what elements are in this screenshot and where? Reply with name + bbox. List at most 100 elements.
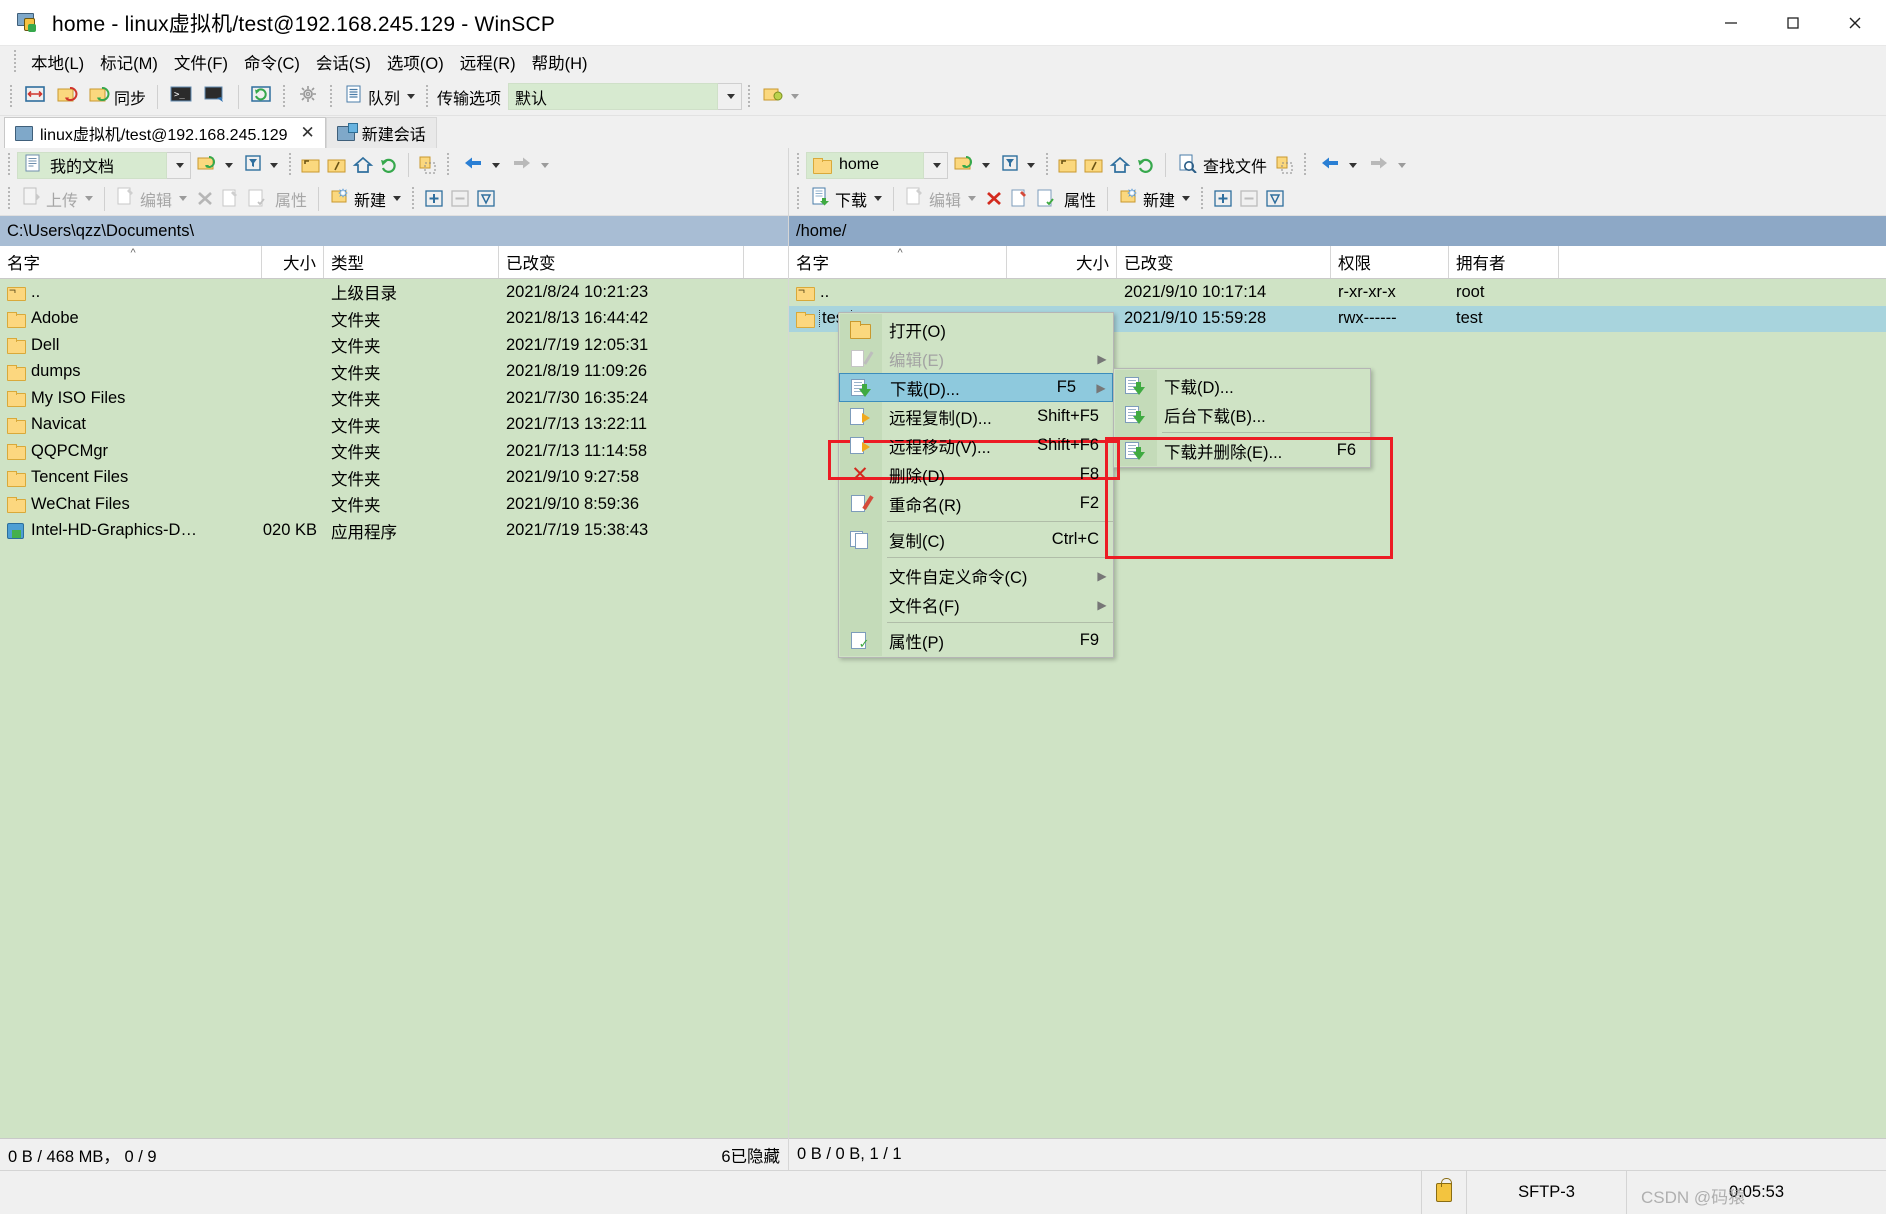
remote-path-bar[interactable]: /home/ (789, 216, 1886, 246)
table-row[interactable]: Adobe 文件夹 2021/8/13 16:44:42 (0, 306, 788, 333)
remote-toolbar-grip[interactable] (795, 152, 802, 178)
file-context-menu[interactable]: 打开(O) 编辑(E) ▶ 下载(D)... F5 ▶ 远程复制(D)... S… (838, 312, 1114, 658)
remote-select-all-button[interactable] (1262, 186, 1288, 212)
local-col-name[interactable]: 名字 ^ (0, 246, 262, 278)
local-root-directory-button[interactable] (324, 152, 350, 178)
remote-col-name[interactable]: 名字 ^ (789, 246, 1007, 278)
local-file-list[interactable]: .. 上级目录 2021/8/24 10:21:23 Adobe 文件夹 202… (0, 279, 788, 1138)
protocol-status-cell[interactable]: SFTP-3 (1466, 1171, 1626, 1214)
local-file-toolbar-grip[interactable] (6, 186, 13, 212)
remote-open-dir-caret[interactable] (982, 162, 990, 168)
elapsed-time-cell[interactable]: 0:05:53 CSDN @码猿 (1626, 1171, 1886, 1214)
open-session-in-putty-button[interactable] (198, 82, 232, 112)
menu-options[interactable]: 选项(O) (379, 47, 452, 77)
toolbar-grip-4[interactable] (424, 84, 431, 110)
local-back-button[interactable] (456, 150, 505, 180)
local-file-toolbar-grip-2[interactable] (410, 186, 417, 212)
remote-new-caret[interactable] (1182, 196, 1191, 201)
new-session-tab[interactable]: 新建会话 (325, 117, 437, 148)
table-row[interactable]: Tencent Files 文件夹 2021/9/10 9:27:58 (0, 465, 788, 492)
menu-remote[interactable]: 远程(R) (452, 47, 524, 77)
remote-col-rights[interactable]: 权限 (1331, 246, 1449, 278)
maximize-button[interactable] (1762, 0, 1824, 46)
close-button[interactable] (1824, 0, 1886, 46)
download-button[interactable]: 下载 (806, 184, 887, 214)
remote-location-dropdown[interactable] (924, 151, 948, 179)
menu-help[interactable]: 帮助(H) (524, 47, 596, 77)
toolbar-grip[interactable] (8, 84, 15, 110)
local-path-bar[interactable]: C:\Users\qzz\Documents\ (0, 216, 788, 246)
remote-toolbar-grip-2[interactable] (1044, 152, 1051, 178)
local-col-size[interactable]: 大小 (262, 246, 324, 278)
local-parent-directory-button[interactable] (298, 152, 324, 178)
remote-location-combo[interactable]: home (806, 151, 924, 179)
local-new-button[interactable]: 新建 (325, 184, 406, 214)
download-submenu[interactable]: 下载(D)... 后台下载(B)... 下载并删除(E)... F6 (1113, 368, 1371, 468)
table-row[interactable]: QQPCMgr 文件夹 2021/7/13 11:14:58 (0, 438, 788, 465)
remote-parent-directory-button[interactable] (1055, 152, 1081, 178)
local-home-directory-button[interactable] (350, 152, 376, 178)
menu-local[interactable]: 本地(L) (23, 47, 92, 77)
remote-open-directory-button[interactable] (948, 150, 995, 180)
context-menu-item-remote-copy[interactable]: 远程复制(D)... Shift+F5 (839, 402, 1113, 431)
remote-properties-icon-button[interactable] (1033, 186, 1059, 212)
local-toolbar-grip-3[interactable] (445, 152, 452, 178)
find-files-button[interactable]: 查找文件 (1172, 150, 1272, 180)
context-menu-item-open[interactable]: 打开(O) (839, 315, 1113, 344)
remote-home-directory-button[interactable] (1107, 152, 1133, 178)
remote-properties-button[interactable]: 属性 (1059, 184, 1101, 214)
menu-session[interactable]: 会话(S) (308, 47, 379, 77)
context-menu-item-copy[interactable]: 复制(C) Ctrl+C (839, 525, 1113, 554)
remote-file-toolbar-grip-2[interactable] (1199, 186, 1206, 212)
menu-files[interactable]: 文件(F) (166, 47, 236, 77)
remote-col-owner[interactable]: 拥有者 (1449, 246, 1559, 278)
remote-col-changed[interactable]: 已改变 (1117, 246, 1331, 278)
submenu-item-download-and-delete[interactable]: 下载并删除(E)... F6 (1114, 436, 1370, 465)
refresh-session-button[interactable] (245, 82, 277, 112)
menu-mark[interactable]: 标记(M) (92, 47, 166, 77)
local-select-more-button[interactable] (421, 186, 447, 212)
table-row[interactable]: .. 上级目录 2021/8/24 10:21:23 (0, 279, 788, 306)
toolbar-grip-5[interactable] (746, 84, 753, 110)
context-menu-item-download[interactable]: 下载(D)... F5 ▶ (839, 373, 1113, 402)
context-menu-item-file-custom-commands[interactable]: 文件自定义命令(C) ▶ (839, 561, 1113, 590)
local-new-caret[interactable] (393, 196, 402, 201)
synchronize-button[interactable]: 同步 (83, 82, 151, 112)
remote-add-bookmark-button[interactable] (1272, 152, 1298, 178)
remote-back-caret[interactable] (1349, 162, 1358, 168)
table-row[interactable]: Navicat 文件夹 2021/7/13 13:22:11 (0, 412, 788, 439)
session-tab-close-icon[interactable]: ✕ (301, 123, 315, 143)
table-row[interactable]: WeChat Files 文件夹 2021/9/10 8:59:36 (0, 491, 788, 518)
download-caret[interactable] (874, 196, 883, 201)
local-toolbar-grip-2[interactable] (287, 152, 294, 178)
transfer-settings-button[interactable] (757, 82, 804, 112)
context-menu-item-rename[interactable]: 重命名(R) F2 (839, 489, 1113, 518)
queue-dropdown-caret[interactable] (407, 94, 416, 99)
remote-root-directory-button[interactable] (1081, 152, 1107, 178)
minimize-button[interactable] (1700, 0, 1762, 46)
encryption-status-cell[interactable] (1421, 1171, 1466, 1214)
local-toolbar-grip[interactable] (6, 152, 13, 178)
remote-new-button[interactable]: 新建 (1114, 184, 1195, 214)
table-row[interactable]: dumps 文件夹 2021/8/19 11:09:26 (0, 359, 788, 386)
queue-button[interactable]: 队列 (339, 82, 420, 112)
local-filter-button[interactable] (238, 150, 283, 180)
local-col-changed[interactable]: 已改变 (499, 246, 744, 278)
local-open-directory-button[interactable] (191, 150, 238, 180)
transfer-options-dropdown[interactable] (718, 83, 743, 110)
menu-grip[interactable] (12, 49, 19, 75)
open-terminal-button[interactable]: >_ (164, 82, 198, 112)
local-back-caret[interactable] (492, 162, 500, 168)
context-menu-item-file-names[interactable]: 文件名(F) ▶ (839, 590, 1113, 619)
transfer-settings-caret[interactable] (791, 94, 800, 99)
remote-filter-button[interactable] (995, 150, 1040, 180)
session-tab-active[interactable]: linux虚拟机/test@192.168.245.129 ✕ (4, 117, 326, 148)
remote-toolbar-grip-3[interactable] (1302, 152, 1309, 178)
local-filter-caret[interactable] (270, 162, 278, 168)
remote-col-size[interactable]: 大小 (1007, 246, 1117, 278)
remote-select-more-button[interactable] (1210, 186, 1236, 212)
submenu-item-download[interactable]: 下载(D)... (1114, 371, 1370, 400)
transfer-options-value[interactable]: 默认 (508, 83, 719, 110)
context-menu-item-remote-move[interactable]: 远程移动(V)... Shift+F6 (839, 431, 1113, 460)
remote-refresh-button[interactable] (1133, 152, 1159, 178)
